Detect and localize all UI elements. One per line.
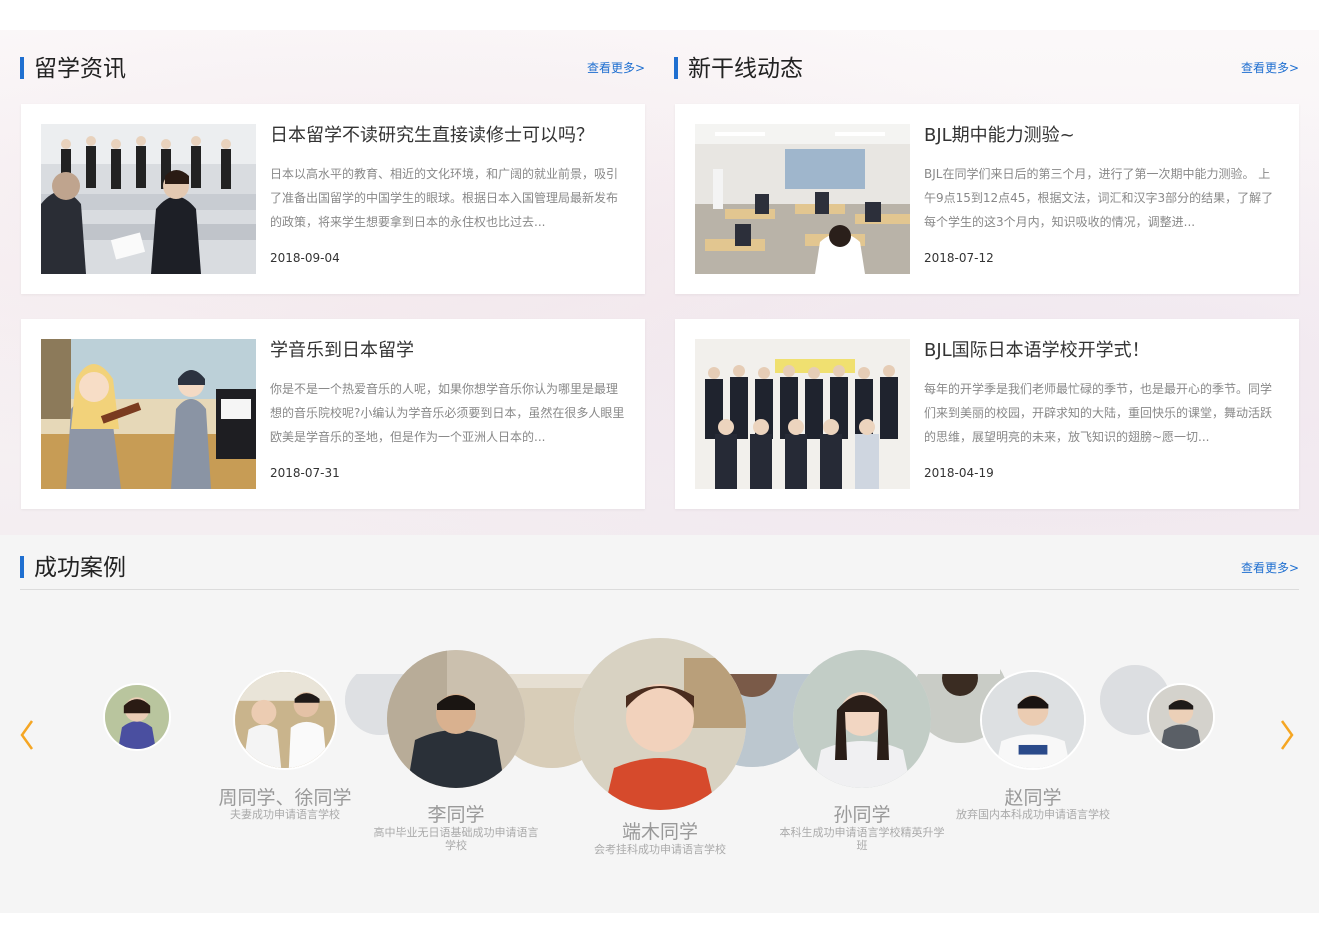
news-date: 2018-09-04 (270, 251, 340, 265)
student-desc: 夫妻成功申请语言学校 (230, 808, 340, 821)
cases-more-link[interactable]: 查看更多> (1241, 559, 1299, 576)
avatar[interactable] (574, 638, 746, 810)
student-name: 赵同学 (1004, 787, 1062, 809)
student-name: 孙同学 (833, 804, 891, 826)
section-accent-bar (20, 57, 24, 79)
news-title[interactable]: BJL国际日本语学校开学式！ (924, 336, 1150, 362)
school-news-more-link[interactable]: 查看更多> (1241, 59, 1299, 76)
news-summary: 每年的开学季是我们老师最忙碌的季节，也是最开心的季节。同学们来到美丽的校园，开辟… (924, 382, 1273, 444)
section-divider (20, 589, 1299, 590)
news-thumbnail[interactable] (695, 339, 910, 489)
carousel-next-button[interactable] (1278, 717, 1296, 753)
news-card[interactable]: 学音乐到日本留学 你是不是一个热爱音乐的人呢，如果你想学音乐你认为哪里是最理想的… (21, 319, 645, 509)
avatar[interactable] (387, 650, 525, 788)
news-summary: BJL在同学们来日后的第三个月，进行了第一次期中能力测验。 上午9点15到12点… (924, 167, 1274, 229)
chevron-right-icon (1280, 720, 1294, 750)
student-desc: 会考挂科成功申请语言学校 (594, 843, 726, 856)
news-card[interactable]: BJL国际日本语学校开学式！ 每年的开学季是我们老师最忙碌的季节，也是最开心的季… (675, 319, 1299, 509)
study-news-more-link[interactable]: 查看更多> (587, 59, 645, 76)
news-card[interactable]: 日本留学不读研究生直接读修士可以吗？ 日本以高水平的教育、相近的文化环境，和广阔… (21, 104, 645, 294)
student-name: 端木同学 (621, 821, 698, 843)
chevron-left-icon (20, 720, 34, 750)
cases-title: 成功案例 (34, 555, 126, 581)
student-desc: 高中毕业无日语基础成功申请语言学校 (373, 826, 539, 852)
news-thumbnail[interactable] (695, 124, 910, 274)
study-news-title: 留学资讯 (34, 56, 126, 82)
news-card[interactable]: BJL期中能力测验~ BJL在同学们来日后的第三个月，进行了第一次期中能力测验。… (675, 104, 1299, 294)
section-accent-bar (20, 556, 24, 578)
news-title[interactable]: 日本留学不读研究生直接读修士可以吗？ (270, 121, 594, 147)
avatar[interactable] (793, 650, 931, 788)
student-desc: 放弃国内本科成功申请语言学校 (956, 808, 1110, 821)
news-title[interactable]: BJL期中能力测验~ (924, 121, 1075, 147)
carousel-prev-button[interactable] (18, 717, 36, 753)
news-thumbnail[interactable] (41, 339, 256, 489)
news-title[interactable]: 学音乐到日本留学 (270, 336, 414, 362)
student-name: 李同学 (427, 804, 485, 826)
news-date: 2018-07-31 (270, 466, 340, 480)
avatar[interactable] (103, 683, 171, 751)
section-accent-bar (674, 57, 678, 79)
avatar[interactable] (1147, 683, 1215, 751)
avatar[interactable] (980, 670, 1086, 770)
news-summary: 你是不是一个热爱音乐的人呢，如果你想学音乐你认为哪里是最理想的音乐院校呢?小编认… (270, 382, 625, 444)
news-thumbnail[interactable] (41, 124, 256, 274)
news-date: 2018-04-19 (924, 466, 994, 480)
student-name: 周同学、徐同学 (218, 787, 352, 809)
news-date: 2018-07-12 (924, 251, 994, 265)
student-desc: 本科生成功申请语言学校精英升学班 (779, 826, 945, 852)
school-news-title: 新干线动态 (688, 56, 803, 82)
news-summary: 日本以高水平的教育、相近的文化环境，和广阔的就业前景，吸引了准备出国留学的中国学… (270, 167, 619, 229)
avatar[interactable] (233, 670, 337, 770)
